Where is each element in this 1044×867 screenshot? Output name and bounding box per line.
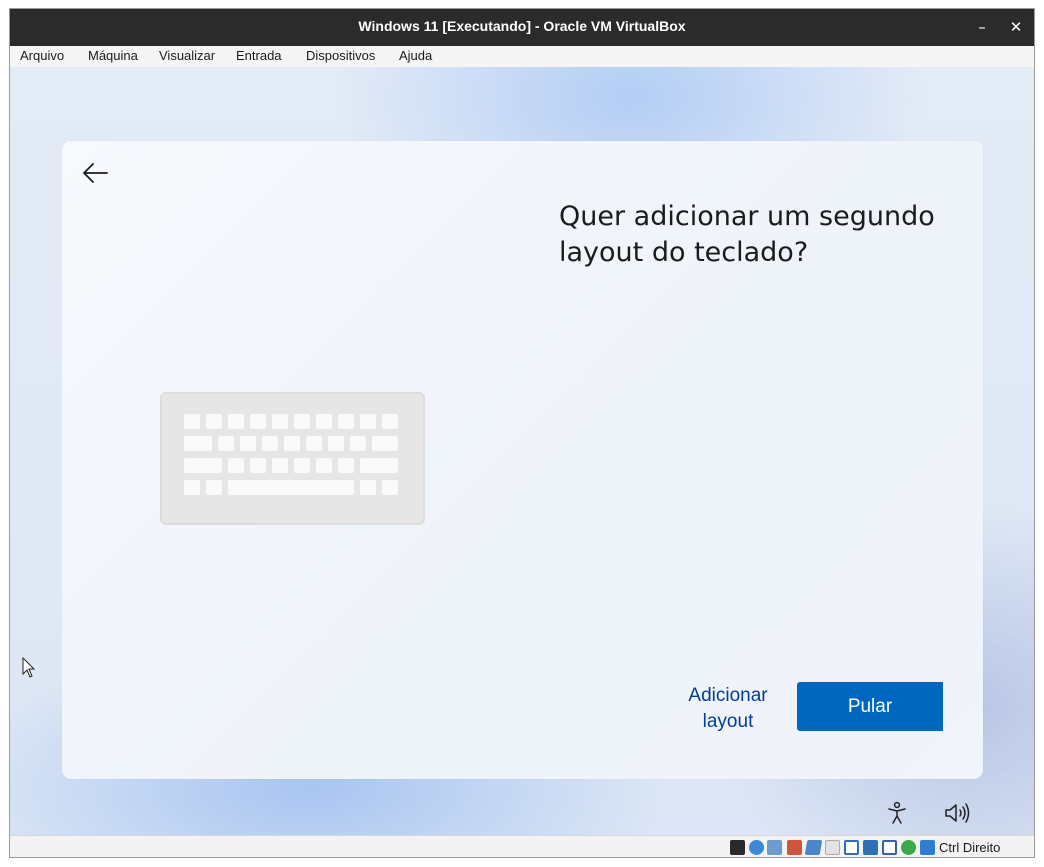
video-capture-icon[interactable] [863, 840, 878, 855]
host-key-label: Ctrl Direito [939, 840, 1001, 855]
oobe-card: Quer adicionar um segundo layout do tecl… [62, 141, 983, 779]
menu-visualizar[interactable]: Visualizar [159, 48, 215, 63]
cpu-icon[interactable] [882, 840, 897, 855]
arrow-left-icon [83, 163, 108, 183]
status-bar: Ctrl Direito [10, 835, 1034, 857]
add-layout-button[interactable]: Adicionar layout [662, 683, 794, 735]
shared-folders-icon[interactable] [825, 840, 840, 855]
skip-button[interactable]: Pular [797, 682, 943, 731]
minimize-button[interactable]: – [971, 16, 993, 38]
keyboard-illustration [160, 392, 425, 525]
back-button[interactable] [80, 159, 110, 187]
window-title: Windows 11 [Executando] - Oracle VM Virt… [358, 18, 686, 34]
mouse-cursor-icon [22, 656, 36, 679]
network-icon[interactable] [787, 840, 802, 855]
audio-icon[interactable] [767, 840, 782, 855]
volume-icon[interactable] [943, 800, 971, 826]
menu-arquivo[interactable]: Arquivo [20, 48, 64, 63]
menu-bar: Arquivo Máquina Visualizar Entrada Dispo… [10, 46, 1034, 68]
close-button[interactable]: ✕ [1005, 16, 1027, 38]
display-status-icon[interactable] [730, 840, 745, 855]
menu-dispositivos[interactable]: Dispositivos [306, 48, 375, 63]
page-title: Quer adicionar um segundo layout do tecl… [559, 201, 935, 268]
mouse-integration-icon[interactable] [920, 840, 935, 855]
accessibility-icon[interactable] [884, 800, 910, 826]
menu-ajuda[interactable]: Ajuda [399, 48, 432, 63]
vm-screen[interactable]: Quer adicionar um segundo layout do tecl… [10, 67, 1034, 835]
title-bar: Windows 11 [Executando] - Oracle VM Virt… [10, 9, 1034, 46]
display-icon[interactable] [844, 840, 859, 855]
menu-entrada[interactable]: Entrada [236, 48, 282, 63]
usb-icon[interactable] [804, 840, 823, 855]
virtualbox-window: Windows 11 [Executando] - Oracle VM Virt… [9, 8, 1035, 858]
menu-maquina[interactable]: Máquina [88, 48, 138, 63]
optical-drive-icon[interactable] [749, 840, 764, 855]
virtualization-icon[interactable] [901, 840, 916, 855]
